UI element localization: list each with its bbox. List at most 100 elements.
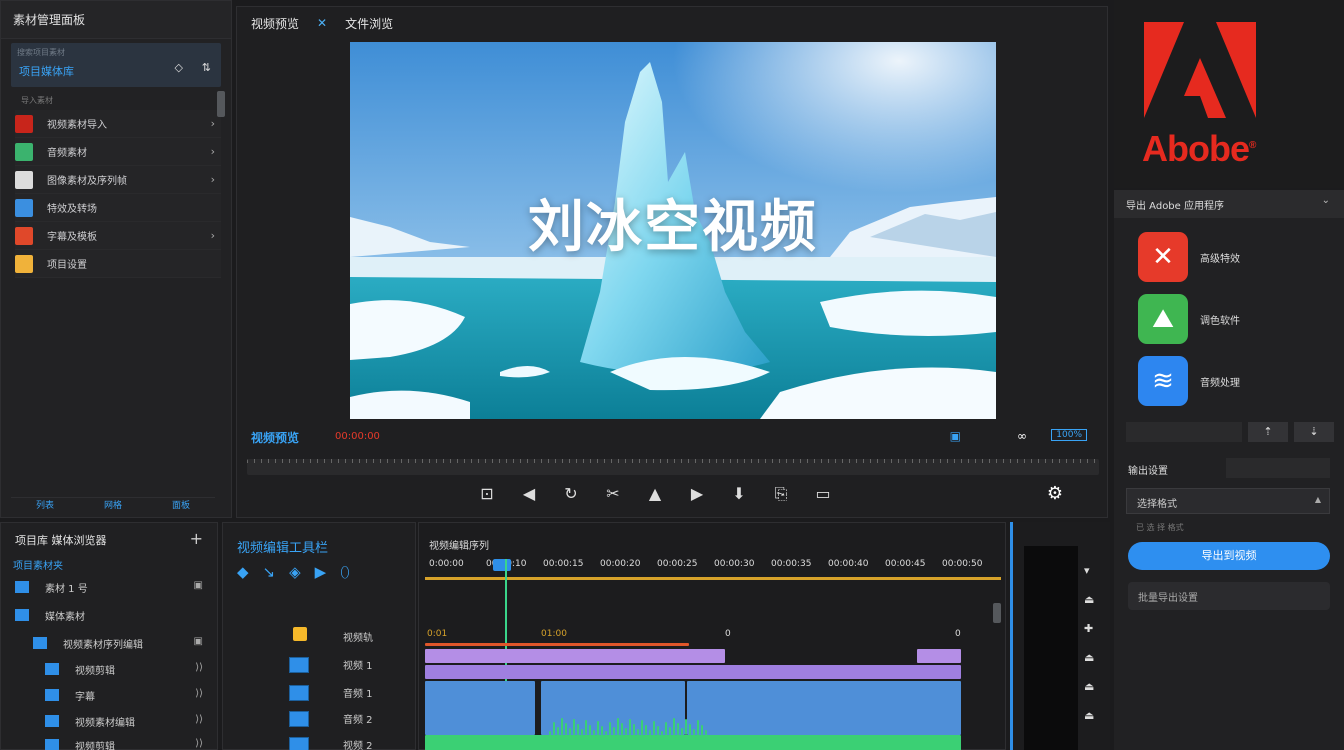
side-tool-icon[interactable]: ✚	[1084, 622, 1094, 635]
list-item[interactable]: 素材 1 号 ▣	[1, 577, 219, 599]
waveform-bar[interactable]	[609, 722, 611, 735]
side-tool-icon[interactable]: ⏏	[1084, 709, 1094, 722]
trim-icon[interactable]: ⊡	[475, 484, 499, 504]
path-field[interactable]	[1126, 422, 1242, 442]
track-header[interactable]: 视频 1	[223, 655, 417, 675]
waveform-bar[interactable]	[565, 723, 567, 735]
rewind-icon[interactable]: ◀	[517, 484, 541, 504]
panel-view-button[interactable]: 面板	[172, 498, 190, 513]
waveform-bar[interactable]	[601, 726, 603, 735]
track-toggle[interactable]	[289, 685, 309, 701]
waveform-bar[interactable]	[637, 729, 639, 735]
zoom-level[interactable]: 100%	[1051, 429, 1087, 441]
in-out-range[interactable]	[425, 643, 689, 646]
add-icon[interactable]: +	[190, 529, 203, 548]
list-item[interactable]: 视频素材序列编辑 ▣	[1, 633, 219, 655]
close-icon[interactable]: ✕	[317, 16, 327, 30]
record-icon[interactable]: ⬯	[340, 563, 349, 581]
sort-icon[interactable]: ⇅	[202, 61, 211, 74]
waveform-bar[interactable]	[705, 730, 707, 735]
list-item[interactable]: 媒体素材	[1, 605, 219, 627]
waveform-bar[interactable]	[649, 730, 651, 735]
waveform-bar[interactable]	[697, 720, 699, 735]
tab-preview[interactable]: 视频预览	[251, 15, 299, 32]
waveform-bar[interactable]	[549, 731, 551, 735]
mark-in-icon[interactable]: ▲	[643, 484, 667, 504]
waveform-bar[interactable]	[661, 731, 663, 735]
sidebar-item[interactable]: 字幕及模板 ›	[15, 222, 221, 250]
sidebar-item[interactable]: 音频素材 ›	[15, 138, 221, 166]
list-item[interactable]: 视频剪辑 ⟩⟩	[1, 659, 219, 681]
chevron-down-icon[interactable]: ⌄	[1322, 195, 1330, 206]
waveform-bar[interactable]	[581, 729, 583, 735]
settings-icon[interactable]: ⚙	[1047, 483, 1063, 504]
monitor-icon[interactable]: ▭	[811, 484, 835, 504]
expand-icon[interactable]: ⟩⟩	[195, 662, 203, 673]
side-tool-icon[interactable]: ▾	[1084, 564, 1094, 577]
waveform-bar[interactable]	[681, 728, 683, 735]
waveform-bar[interactable]	[641, 720, 643, 735]
waveform-bar[interactable]	[569, 728, 571, 735]
timeline-scrollbar[interactable]	[993, 603, 1001, 623]
track-header[interactable]: 视频 2	[223, 735, 417, 750]
cut-icon[interactable]: ✂	[601, 484, 625, 504]
move-down-button[interactable]: ⇣	[1294, 422, 1334, 442]
waveform-bar[interactable]	[593, 730, 595, 735]
ripple-tool-icon[interactable]: ↘	[263, 563, 276, 581]
export-panel-header[interactable]: 导出 Adobe 应用程序 ⌄	[1114, 190, 1344, 218]
waveform-bar[interactable]	[701, 725, 703, 735]
expand-icon[interactable]: ⟩⟩	[195, 688, 203, 699]
expand-icon[interactable]: ⟩⟩	[195, 714, 203, 725]
list-item[interactable]: 视频剪辑 ⟩⟩	[1, 735, 219, 750]
waveform-bar[interactable]	[633, 724, 635, 735]
waveform-bar[interactable]	[653, 721, 655, 735]
side-tool-icon[interactable]: ⏏	[1084, 651, 1094, 664]
scrollbar[interactable]	[217, 91, 225, 117]
waveform-bar[interactable]	[685, 719, 687, 735]
waveform-bar[interactable]	[553, 722, 555, 735]
premiere-icon[interactable]: ✕	[1138, 232, 1188, 282]
loop-icon[interactable]: ∞	[1017, 429, 1027, 443]
sidebar-item[interactable]: 特效及转场	[15, 194, 221, 222]
audio-clip[interactable]	[687, 681, 961, 735]
audition-icon[interactable]: ≋	[1138, 356, 1188, 406]
track-header[interactable]: 音频 2	[223, 709, 417, 729]
waveform-bar[interactable]	[669, 727, 671, 735]
playhead-handle[interactable]	[493, 559, 511, 571]
list-view-button[interactable]: 列表	[36, 498, 54, 513]
output-name-field[interactable]	[1226, 458, 1330, 478]
track-header[interactable]: 视频轨	[223, 627, 417, 647]
waveform-bar[interactable]	[645, 725, 647, 735]
move-up-button[interactable]: ⇡	[1248, 422, 1288, 442]
waveform-bar[interactable]	[613, 727, 615, 735]
waveform-bar[interactable]	[597, 721, 599, 735]
waveform-bar[interactable]	[585, 720, 587, 735]
waveform-bar[interactable]	[589, 725, 591, 735]
photo-icon[interactable]: ⛰	[1138, 294, 1188, 344]
waveform-bar[interactable]	[689, 724, 691, 735]
preview-scrubber[interactable]	[247, 459, 1099, 475]
expand-icon[interactable]: ⟩⟩	[195, 738, 203, 749]
waveform-bar[interactable]	[629, 719, 631, 735]
project-bin-tab[interactable]: 项目素材夹	[13, 557, 63, 572]
export-frame-icon[interactable]: ▣	[950, 429, 961, 443]
chevron-right-icon[interactable]: ›	[211, 117, 215, 130]
waveform-bar[interactable]	[625, 728, 627, 735]
track-toggle[interactable]	[289, 657, 309, 673]
batch-export-button[interactable]: 批量导出设置	[1128, 582, 1330, 610]
sidebar-item[interactable]: 图像素材及序列帧 ›	[15, 166, 221, 194]
side-tool-icon[interactable]: ⏏	[1084, 680, 1094, 693]
waveform-bar[interactable]	[557, 727, 559, 735]
export-icon[interactable]: ⬇	[727, 484, 751, 504]
waveform-bar[interactable]	[693, 729, 695, 735]
audio-clip[interactable]	[425, 681, 535, 735]
diamond-icon[interactable]: ◇	[175, 61, 183, 74]
expand-icon[interactable]: ▣	[194, 636, 203, 647]
play-icon[interactable]: ▶	[315, 563, 327, 581]
slip-tool-icon[interactable]: ◈	[289, 563, 301, 581]
video-clip[interactable]	[917, 649, 961, 663]
track-toggle[interactable]	[289, 711, 309, 727]
sidebar-item[interactable]: 视频素材导入 ›	[15, 110, 221, 138]
grid-view-button[interactable]: 网格	[104, 498, 122, 513]
waveform-bar[interactable]	[617, 718, 619, 735]
